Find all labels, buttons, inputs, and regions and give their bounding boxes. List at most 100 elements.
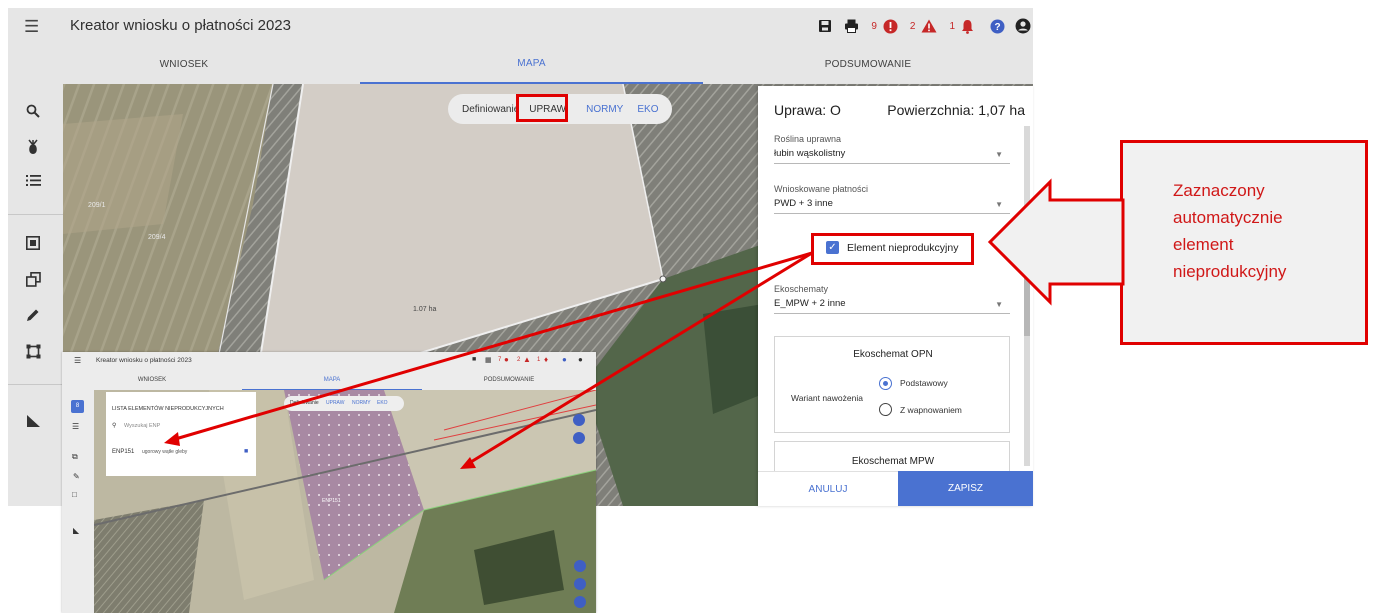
payments-select[interactable]: PWD + 3 inne [774,198,833,209]
scrollbar-thumb[interactable] [1024,266,1030,336]
definition-label: Definiowanie [462,103,520,115]
svg-text:?: ? [994,22,1000,33]
non-productive-list-panel: LISTA ELEMENTÓW NIEPRODUKCYJNYCH ⚲ Wyszu… [106,392,256,476]
payments-label: Wnioskowane płatności [774,184,869,194]
bell-icon[interactable]: ♦ [544,355,548,364]
parcel-label: 209/4 [148,234,166,241]
tab-podsumowanie[interactable]: PODSUMOWANIE [703,44,1033,84]
measure-icon[interactable]: ◣ [73,526,79,535]
opn-card: Ekoschemat OPN Wariant nawożenia Podstaw… [774,336,1010,433]
warning-icon[interactable]: ▲ [523,355,531,364]
chevron-down-icon[interactable]: ▼ [995,200,1003,209]
notification-count: 1 [949,20,955,32]
layers-icon[interactable]: ⧉ [72,452,78,462]
select-icon[interactable]: □ [72,490,77,499]
field-underline [774,163,1010,164]
radio-unselected-icon[interactable] [879,403,892,416]
bell-icon[interactable] [961,19,974,34]
inset-definition-bar: Definiowanie UPRAW NORMY EKO [284,396,404,411]
print-icon[interactable]: ▦ [485,356,492,364]
plant-select[interactable]: łubin wąskolistny [774,148,845,159]
callout-line: Zaznaczony [1173,181,1265,200]
list-title: LISTA ELEMENTÓW NIEPRODUKCYJNYCH [112,406,224,412]
search-icon[interactable] [26,104,40,123]
pencil-icon[interactable]: ✎ [73,472,80,481]
chevron-down-icon[interactable]: ▼ [995,300,1003,309]
print-icon[interactable] [844,19,859,33]
option-podstawowy[interactable]: Podstawowy [900,378,948,388]
chevron-down-icon[interactable]: ▼ [995,150,1003,159]
layers-icon[interactable] [26,272,41,292]
inset-title: Kreator wniosku o płatności 2023 [96,357,192,364]
trash-icon[interactable]: ■ [244,448,248,455]
eco-label: Ekoschematy [774,284,829,294]
error-icon[interactable] [883,19,898,34]
search-icon[interactable]: ⚲ [112,422,116,429]
panel-header: Uprawa: O Powierzchnia: 1,07 ha [758,86,1033,124]
tab-mapa[interactable]: MAPA [242,370,422,390]
save-icon[interactable] [818,19,832,33]
option-z-wapnowaniem[interactable]: Z wapnowaniem [900,405,962,415]
callout-line: automatycznie [1173,208,1283,227]
tab-mapa[interactable]: MAPA [360,44,703,84]
help-icon[interactable]: ● [562,355,567,364]
save-icon[interactable]: ■ [472,356,476,363]
plant-label: Roślina uprawna [774,134,842,144]
eco-select[interactable]: E_MPW + 2 inne [774,298,846,309]
tab-wniosek[interactable]: WNIOSEK [8,44,360,84]
upraw-highlight [516,94,568,122]
tab-wniosek[interactable]: WNIOSEK [62,370,242,390]
top-bar-icons: 9 2 1 ? [818,16,1031,36]
mpw-title: Ekoschemat MPW [851,456,935,467]
search-input[interactable]: Wyszukaj ENP [124,423,160,429]
field-underline [774,213,1010,214]
error-icon[interactable]: ● [504,355,509,364]
mode-eko[interactable]: EKO [377,400,388,406]
inset-screenshot: ☰ Kreator wniosku o płatności 2023 ■ ▦ 7… [62,352,596,613]
measure-icon[interactable] [26,414,41,433]
mode-upraw[interactable]: UPRAW [326,400,344,406]
tab-podsumowanie[interactable]: PODSUMOWANIE [422,370,596,390]
checkbox-highlight [811,233,974,265]
menu-icon[interactable]: ☰ [74,356,81,365]
element-icon[interactable]: 8 [71,400,84,413]
crop-name: Uprawa: O [774,102,841,118]
pencil-icon[interactable] [26,308,40,327]
inset-tab-bar: WNIOSEK MAPA PODSUMOWANIE [62,370,596,390]
opn-title: Ekoschemat OPN [853,349,933,360]
list-item-desc: ugorowy wątłe gleby [142,449,188,455]
crop-icon[interactable] [26,139,40,160]
radio-selected-icon[interactable] [879,377,892,390]
callout-text: Zaznaczony automatycznie element nieprod… [1173,177,1363,285]
crop-edit-panel: Uprawa: O Powierzchnia: 1,07 ha Roślina … [758,86,1033,506]
warning-icon[interactable] [921,19,937,33]
crop-area: Powierzchnia: 1,07 ha [887,102,1025,118]
variant-label: Wariant nawożenia [791,393,863,403]
inset-sidebar: 8 ☰ ⧉ ✎ □ ◣ [62,390,94,613]
panel-footer: ANULUJ ZAPISZ [758,471,1033,506]
mode-normy[interactable]: NORMY [586,104,623,115]
help-icon[interactable]: ? [990,19,1005,34]
account-icon[interactable] [1015,18,1031,34]
panel-scrollbar[interactable] [1024,126,1030,466]
inset-top-bar: ☰ Kreator wniosku o płatności 2023 ■ ▦ 7… [62,352,596,370]
mode-normy[interactable]: NORMY [352,400,371,406]
parcel-label: 209/1 [88,202,106,209]
account-icon[interactable]: ● [578,355,583,364]
warning-count: 2 [517,357,521,363]
save-button[interactable]: ZAPISZ [898,471,1033,506]
menu-icon[interactable]: ☰ [24,17,39,37]
error-count: 9 [871,20,877,32]
top-bar: ☰ Kreator wniosku o płatności 2023 9 2 1… [8,8,1033,44]
element-icon[interactable] [26,236,40,255]
area-label: 1.07 ha [413,306,437,313]
list-icon[interactable]: ☰ [72,422,79,431]
mode-eko[interactable]: EKO [637,104,658,115]
list-item-id[interactable]: ENP151 [112,449,134,455]
sidebar-divider [8,214,63,215]
tab-bar: WNIOSEK MAPA PODSUMOWANIE [8,44,1033,84]
list-icon[interactable] [26,174,41,192]
app-title: Kreator wniosku o płatności 2023 [70,17,291,34]
select-icon[interactable] [26,344,41,364]
cancel-button[interactable]: ANULUJ [758,471,898,506]
